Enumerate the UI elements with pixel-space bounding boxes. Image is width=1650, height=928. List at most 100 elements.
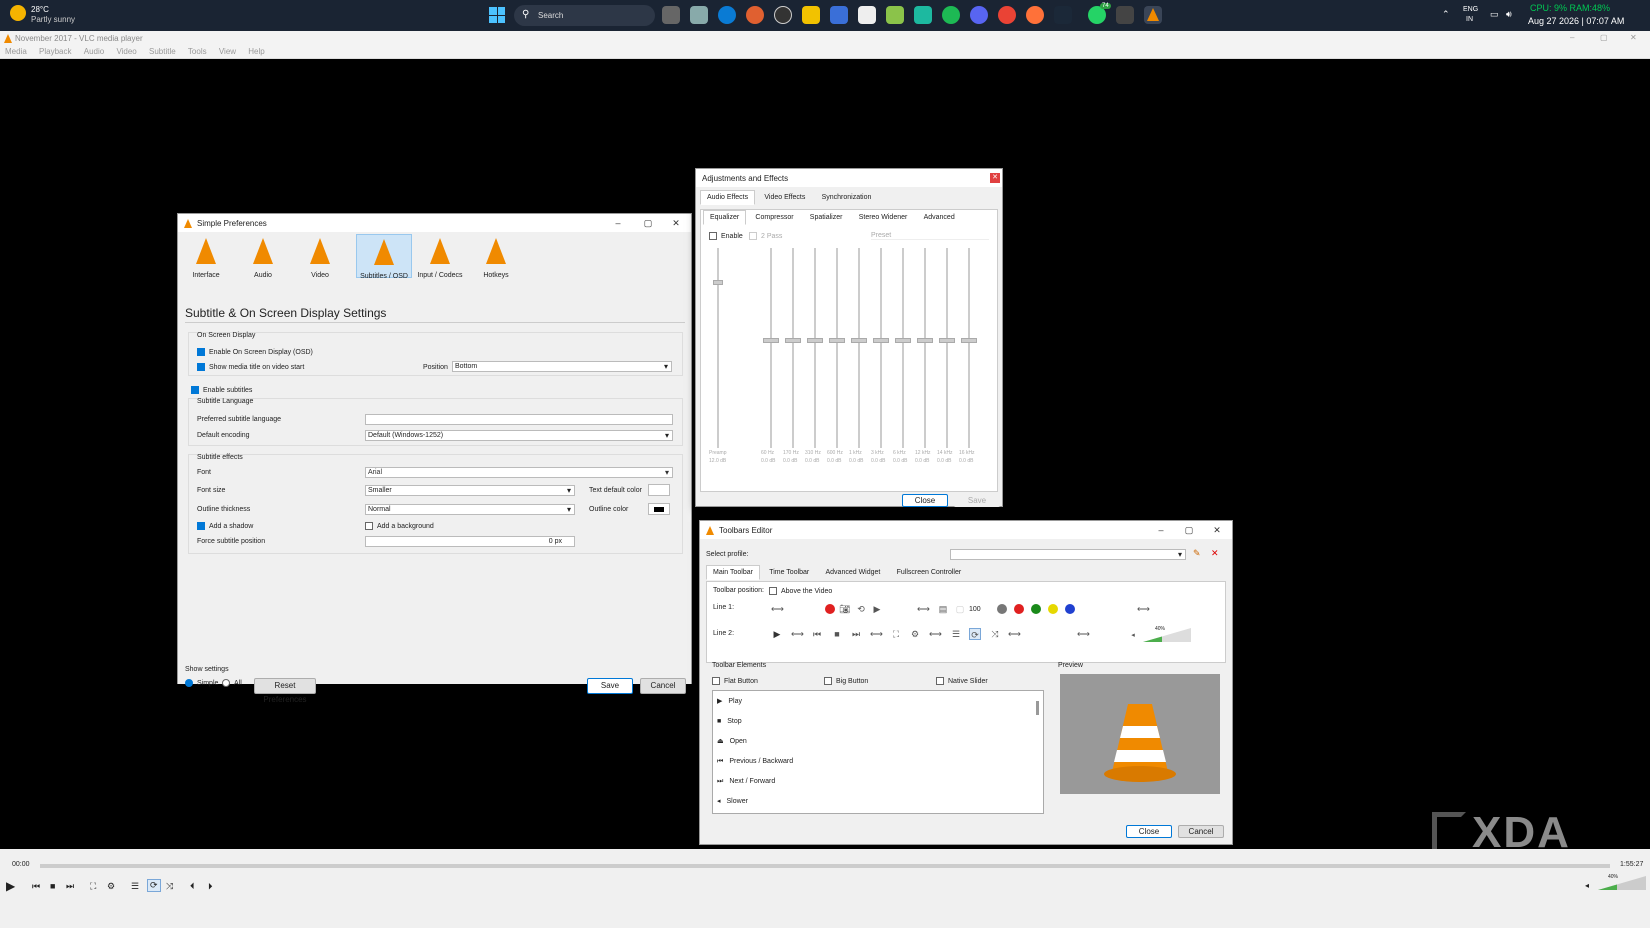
all-radio[interactable]: All [222,679,242,687]
playlist-icon[interactable]: ☰ [950,628,962,640]
menu-video[interactable]: Video [116,47,136,56]
weather-icon[interactable] [10,5,26,21]
tab-synchronization[interactable]: Synchronization [815,190,879,205]
task-view-icon[interactable] [662,6,680,24]
category-video[interactable]: Video [298,238,342,279]
eq-band-slider[interactable] [785,248,801,448]
calendar-icon[interactable] [858,6,876,24]
blue-button-icon[interactable] [1065,604,1075,614]
menu-subtitle[interactable]: Subtitle [149,47,176,56]
save-button[interactable]: Save [587,678,633,694]
native-slider-checkbox[interactable]: Native Slider [936,677,988,685]
preamp-slider[interactable] [711,248,725,448]
tab-audio-effects[interactable]: Audio Effects [700,190,756,205]
app-icon[interactable] [914,6,932,24]
chrome-icon[interactable] [998,6,1016,24]
next-icon[interactable]: ⏭ [66,881,74,892]
pref-lang-input[interactable] [365,414,673,425]
playlist-icon[interactable]: ☰ [131,881,139,892]
eq-band-slider[interactable] [961,248,977,448]
spacer-icon[interactable]: ⟷ [929,628,942,640]
volume-icon[interactable]: 🔊︎ [1506,9,1512,20]
play-icon[interactable]: ▶ [6,879,15,893]
eq-band-slider[interactable] [829,248,845,448]
eq-band-slider[interactable] [873,248,889,448]
store-icon[interactable] [830,6,848,24]
eq-band-slider[interactable] [763,248,779,448]
minimize-icon[interactable]: – [605,214,631,232]
spacer-icon[interactable]: ⟷ [1077,628,1090,640]
shuffle-icon[interactable]: ⤨ [166,881,173,892]
flat-button-checkbox[interactable]: Flat Button [712,677,758,685]
minimize-icon[interactable]: – [1148,521,1174,539]
reset-preferences-button[interactable]: Reset Preferences [254,678,316,704]
vlc-icon[interactable] [1144,6,1162,24]
two-pass-checkbox[interactable]: 2 Pass [749,232,782,240]
tab-advanced[interactable]: Advanced [917,210,962,225]
eq-band-slider[interactable] [939,248,955,448]
frame-back-icon[interactable]: ⏴ [190,881,195,892]
tab-spatializer[interactable]: Spatializer [803,210,850,225]
text-color-swatch[interactable] [648,484,670,496]
blank-icon[interactable]: ▢ [954,603,966,615]
enable-eq-checkbox[interactable]: Enable [709,232,743,240]
enable-subtitles-checkbox[interactable]: Enable subtitles [191,386,252,394]
firefox-icon[interactable] [1026,6,1044,24]
stop-icon[interactable]: ■ [831,628,843,640]
list-item[interactable]: ⏮ Previous / Backward [717,753,793,771]
close-button[interactable]: Close [1126,825,1172,838]
stop-icon[interactable]: ■ [50,881,55,891]
spacer-icon[interactable]: ⟷ [1137,603,1150,615]
above-video-checkbox[interactable]: Above the Video [769,587,832,595]
snapshot-icon[interactable]: 📷︎ [839,603,851,615]
close-icon[interactable]: ✕ [990,173,1000,183]
list-item[interactable]: ■ Stop [717,713,742,731]
eq-band-slider[interactable] [917,248,933,448]
profile-select[interactable] [950,549,1186,560]
tab-fullscreen-controller[interactable]: Fullscreen Controller [890,565,969,580]
font-select[interactable]: Arial [365,467,673,478]
weather-temp[interactable]: 28°C [31,5,49,14]
outline-select[interactable]: Normal [365,504,575,515]
encoding-select[interactable]: Default (Windows-1252) [365,430,673,441]
chatgpt-icon[interactable] [774,6,792,24]
menu-audio[interactable]: Audio [84,47,104,56]
big-button-checkbox[interactable]: Big Button [824,677,868,685]
seek-bar[interactable] [40,864,1610,868]
maximize-icon[interactable]: ▢ [635,214,661,232]
next-icon[interactable]: ⏭ [850,628,862,640]
tab-time-toolbar[interactable]: Time Toolbar [762,565,816,580]
tab-stereo-widener[interactable]: Stereo Widener [852,210,915,225]
lang-line1[interactable]: ENG [1463,6,1478,13]
zoom-value[interactable]: 100 [969,606,981,613]
loop-ab-icon[interactable]: ⟲ [855,603,867,615]
list-item[interactable]: ▶ Play [717,693,742,711]
extended-settings-icon[interactable]: ⚙ [107,881,115,892]
preset-select[interactable]: Preset [871,232,989,240]
category-hotkeys[interactable]: Hotkeys [474,238,518,279]
force-position-spinbox[interactable]: 0 px [365,536,575,547]
menu-view[interactable]: View [219,47,236,56]
font-size-select[interactable]: Smaller [365,485,575,496]
spacer-icon[interactable]: ⟷ [870,628,883,640]
steam-icon[interactable] [1054,6,1072,24]
maximize-icon[interactable]: ▢ [1176,521,1202,539]
close-icon[interactable]: ✕ [1204,521,1230,539]
show-title-checkbox[interactable]: Show media title on video start [197,363,304,371]
eq-band-slider[interactable] [895,248,911,448]
previous-icon[interactable]: ⏮ [811,628,823,640]
category-subtitles-osd[interactable]: Subtitles / OSD [356,234,412,280]
menu-tools[interactable]: Tools [188,47,207,56]
loop-icon[interactable]: ⟳ [969,628,981,640]
edit-profile-icon[interactable]: ✎ [1193,548,1201,559]
spacer-icon[interactable]: ⟷ [771,603,784,615]
maximize-icon[interactable]: ▢ [1600,33,1608,42]
spacer-icon[interactable]: ⟷ [1008,628,1021,640]
shadow-checkbox[interactable]: Add a shadow [197,522,253,530]
tab-video-effects[interactable]: Video Effects [757,190,812,205]
close-icon[interactable]: ✕ [663,214,689,232]
menu-playback[interactable]: Playback [39,47,71,56]
shuffle-icon[interactable]: ⤨ [989,628,1001,640]
volume-slider[interactable]: 40% [1143,626,1191,642]
close-button[interactable]: Close [902,494,948,507]
